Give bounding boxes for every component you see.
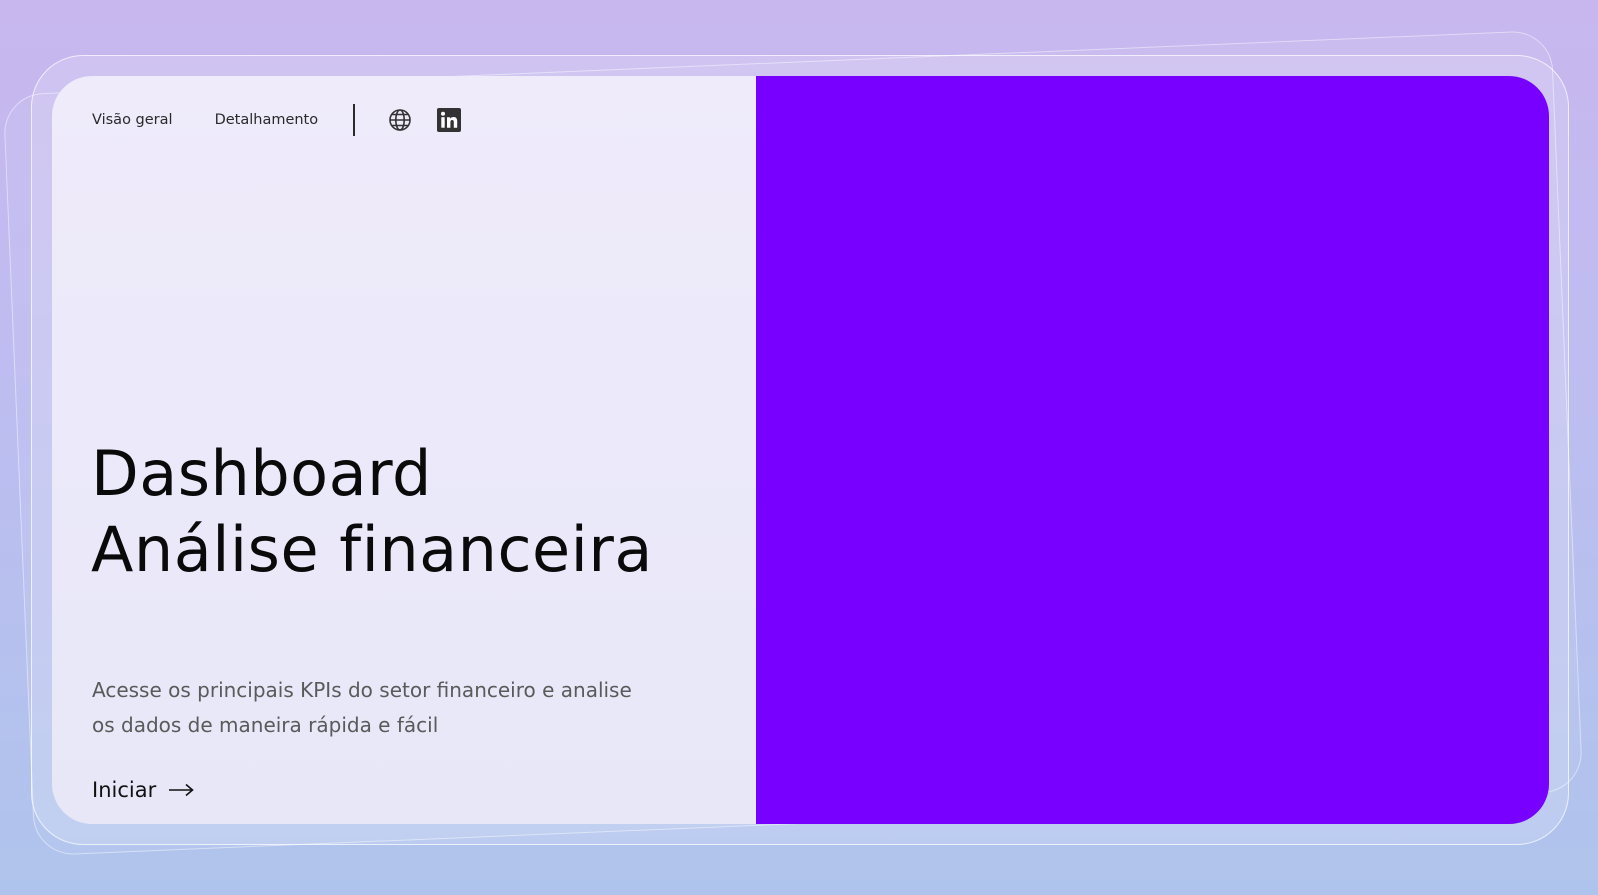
- main-card: Visão geral Detalhamento Dashboard Análi…: [52, 76, 1549, 824]
- hero-subtitle-line-2: os dados de maneira rápida e fácil: [92, 713, 439, 737]
- nav-divider: [353, 104, 356, 136]
- start-button[interactable]: Iniciar: [92, 778, 194, 802]
- hero-title: Dashboard Análise financeira: [91, 436, 653, 588]
- nav-link-detalhamento[interactable]: Detalhamento: [215, 112, 319, 128]
- top-navigation: Visão geral Detalhamento: [92, 103, 462, 137]
- globe-icon[interactable]: [388, 108, 412, 132]
- accent-panel: [756, 76, 1549, 824]
- arrow-right-icon: [169, 783, 194, 797]
- hero-subtitle-line-1: Acesse os principais KPIs do setor finan…: [92, 678, 632, 702]
- start-button-label: Iniciar: [92, 778, 157, 802]
- hero-title-line-2: Análise financeira: [91, 513, 653, 586]
- hero-subtitle: Acesse os principais KPIs do setor finan…: [92, 673, 732, 743]
- left-panel: Visão geral Detalhamento Dashboard Análi…: [52, 76, 756, 824]
- linkedin-icon[interactable]: [437, 108, 462, 132]
- hero-title-line-1: Dashboard: [91, 437, 432, 510]
- nav-link-visao-geral[interactable]: Visão geral: [92, 112, 173, 128]
